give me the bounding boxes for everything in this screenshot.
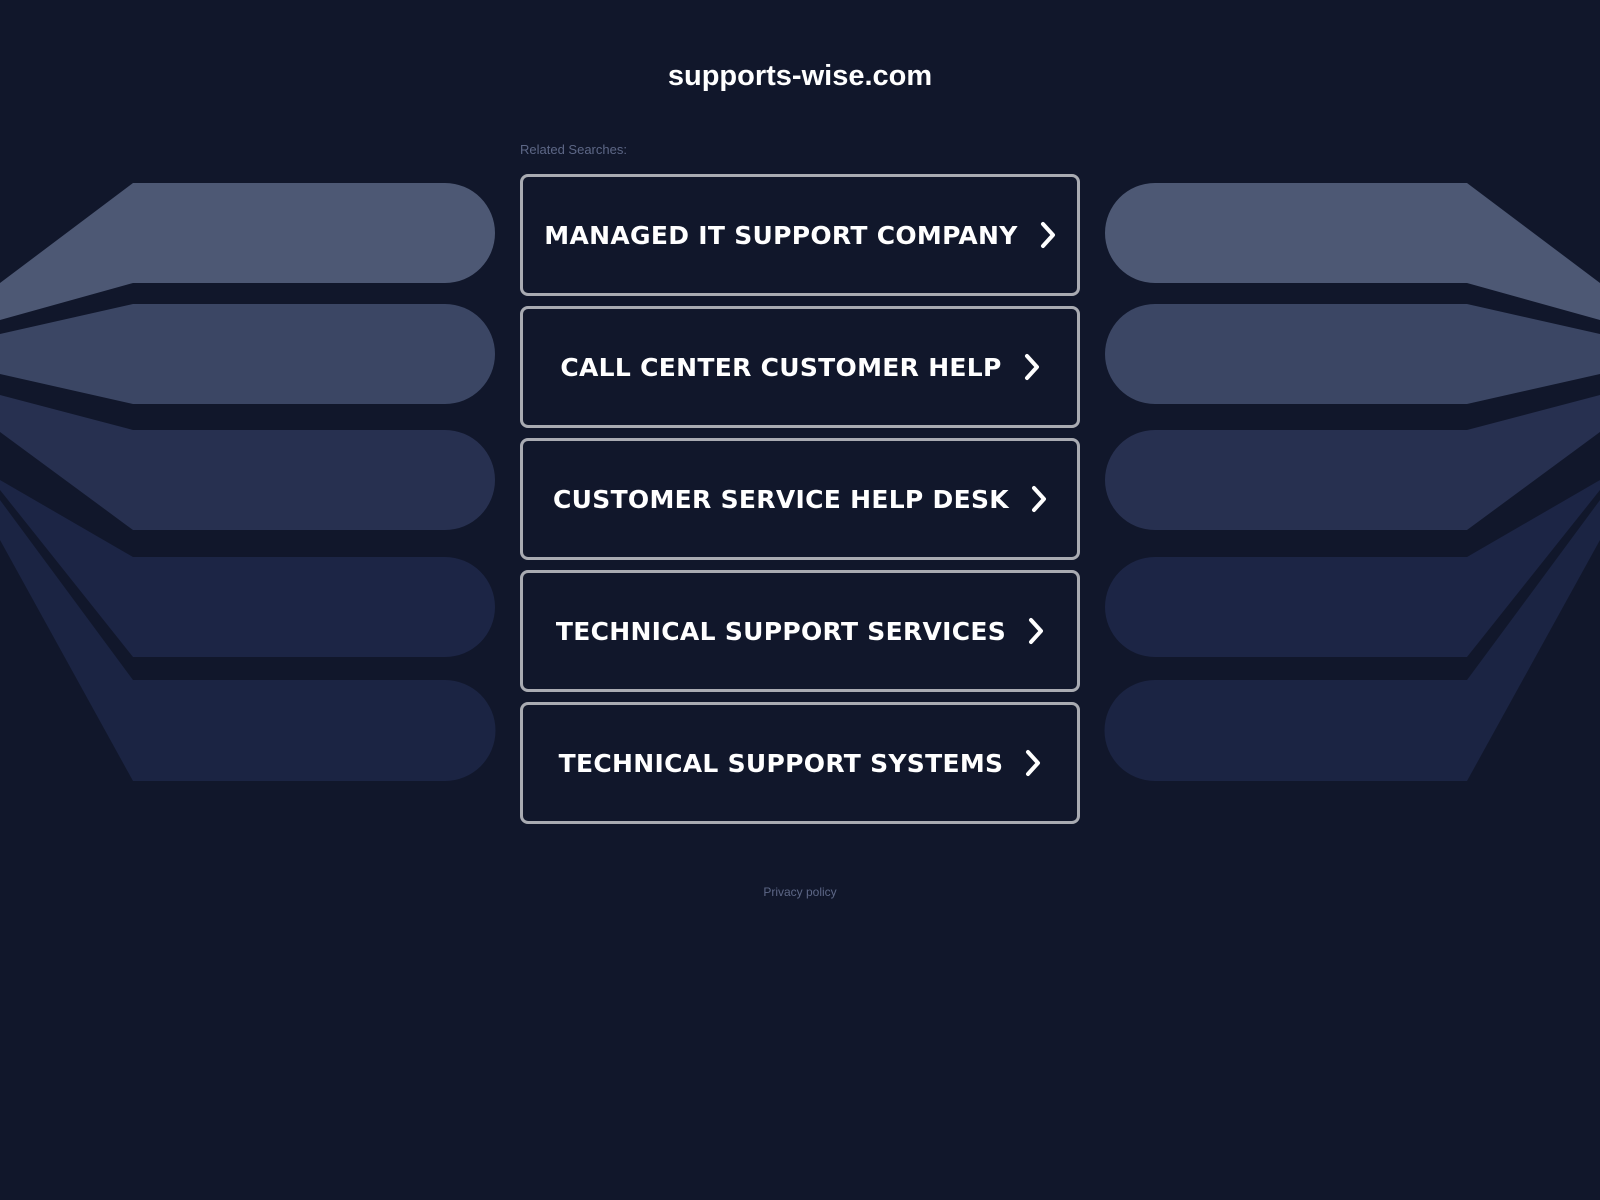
left-decor-band-1 [0, 183, 495, 320]
related-search-label: CUSTOMER SERVICE HELP DESK [553, 484, 1009, 514]
left-decor-band-2 [0, 304, 495, 404]
related-search-button[interactable]: CUSTOMER SERVICE HELP DESK [520, 438, 1080, 560]
related-search-button[interactable]: MANAGED IT SUPPORT COMPANY [520, 174, 1080, 296]
chevron-right-icon [1024, 354, 1039, 380]
page: supports-wise.com Related Searches: MANA… [0, 0, 1600, 1200]
related-search-label: TECHNICAL SUPPORT SYSTEMS [558, 748, 1004, 778]
related-searches-list: MANAGED IT SUPPORT COMPANY CALL CENTER C… [520, 174, 1080, 834]
chevron-right-icon [1029, 618, 1044, 644]
related-search-button[interactable]: TECHNICAL SUPPORT SYSTEMS [520, 702, 1080, 824]
right-decor-band-1 [1105, 183, 1600, 320]
related-search-label: MANAGED IT SUPPORT COMPANY [544, 220, 1018, 250]
related-search-label: CALL CENTER CUSTOMER HELP [560, 352, 1002, 382]
right-decor-band-2 [1105, 304, 1600, 404]
privacy-policy-link[interactable]: Privacy policy [0, 885, 1600, 899]
chevron-right-icon [1031, 486, 1046, 512]
chevron-right-icon [1040, 222, 1055, 248]
related-searches-label: Related Searches: [520, 142, 627, 157]
chevron-right-icon [1026, 750, 1041, 776]
domain-title: supports-wise.com [667, 60, 933, 92]
left-decor-band-3 [0, 395, 495, 530]
related-search-label: TECHNICAL SUPPORT SERVICES [555, 616, 1007, 646]
related-search-button[interactable]: CALL CENTER CUSTOMER HELP [520, 306, 1080, 428]
right-decor-band-3 [1105, 395, 1600, 530]
related-search-button[interactable]: TECHNICAL SUPPORT SERVICES [520, 570, 1080, 692]
